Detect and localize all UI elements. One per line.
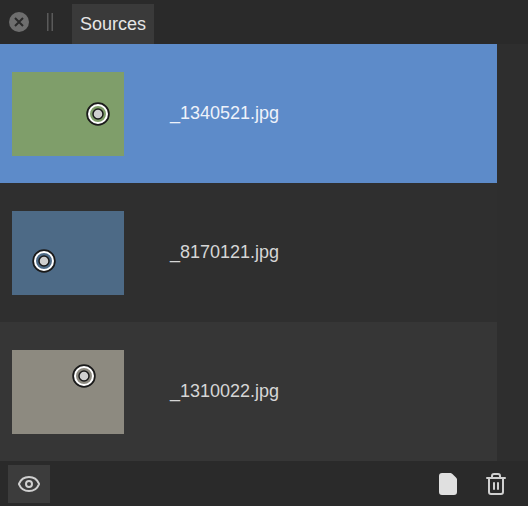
source-thumbnail bbox=[12, 211, 124, 295]
trash-icon[interactable] bbox=[484, 472, 508, 496]
source-row[interactable]: _1310022.jpg bbox=[0, 322, 497, 461]
source-target-icon[interactable] bbox=[32, 249, 56, 273]
source-target-icon[interactable] bbox=[86, 102, 110, 126]
source-thumbnail bbox=[12, 350, 124, 434]
sources-panel: Sources _1340521.jpg _8170121.jpg _1310022.… bbox=[0, 0, 528, 506]
toggle-view-button[interactable] bbox=[8, 465, 50, 503]
eye-icon bbox=[17, 472, 41, 496]
grip-icon[interactable] bbox=[46, 13, 54, 31]
bottom-toolbar bbox=[0, 461, 528, 506]
source-target-icon[interactable] bbox=[72, 364, 96, 388]
source-name: _8170121.jpg bbox=[170, 239, 279, 266]
source-row[interactable]: _8170121.jpg bbox=[0, 183, 497, 322]
source-name: _1340521.jpg bbox=[170, 100, 279, 127]
new-document-icon[interactable] bbox=[436, 472, 460, 496]
source-thumbnail bbox=[12, 72, 124, 156]
panel-header: Sources bbox=[0, 0, 528, 44]
source-name: _1310022.jpg bbox=[170, 378, 279, 405]
source-list: _1340521.jpg _8170121.jpg _1310022.jpg bbox=[0, 44, 528, 461]
close-icon[interactable] bbox=[8, 11, 30, 33]
sources-tab[interactable]: Sources bbox=[72, 4, 154, 44]
source-row[interactable]: _1340521.jpg bbox=[0, 44, 497, 183]
